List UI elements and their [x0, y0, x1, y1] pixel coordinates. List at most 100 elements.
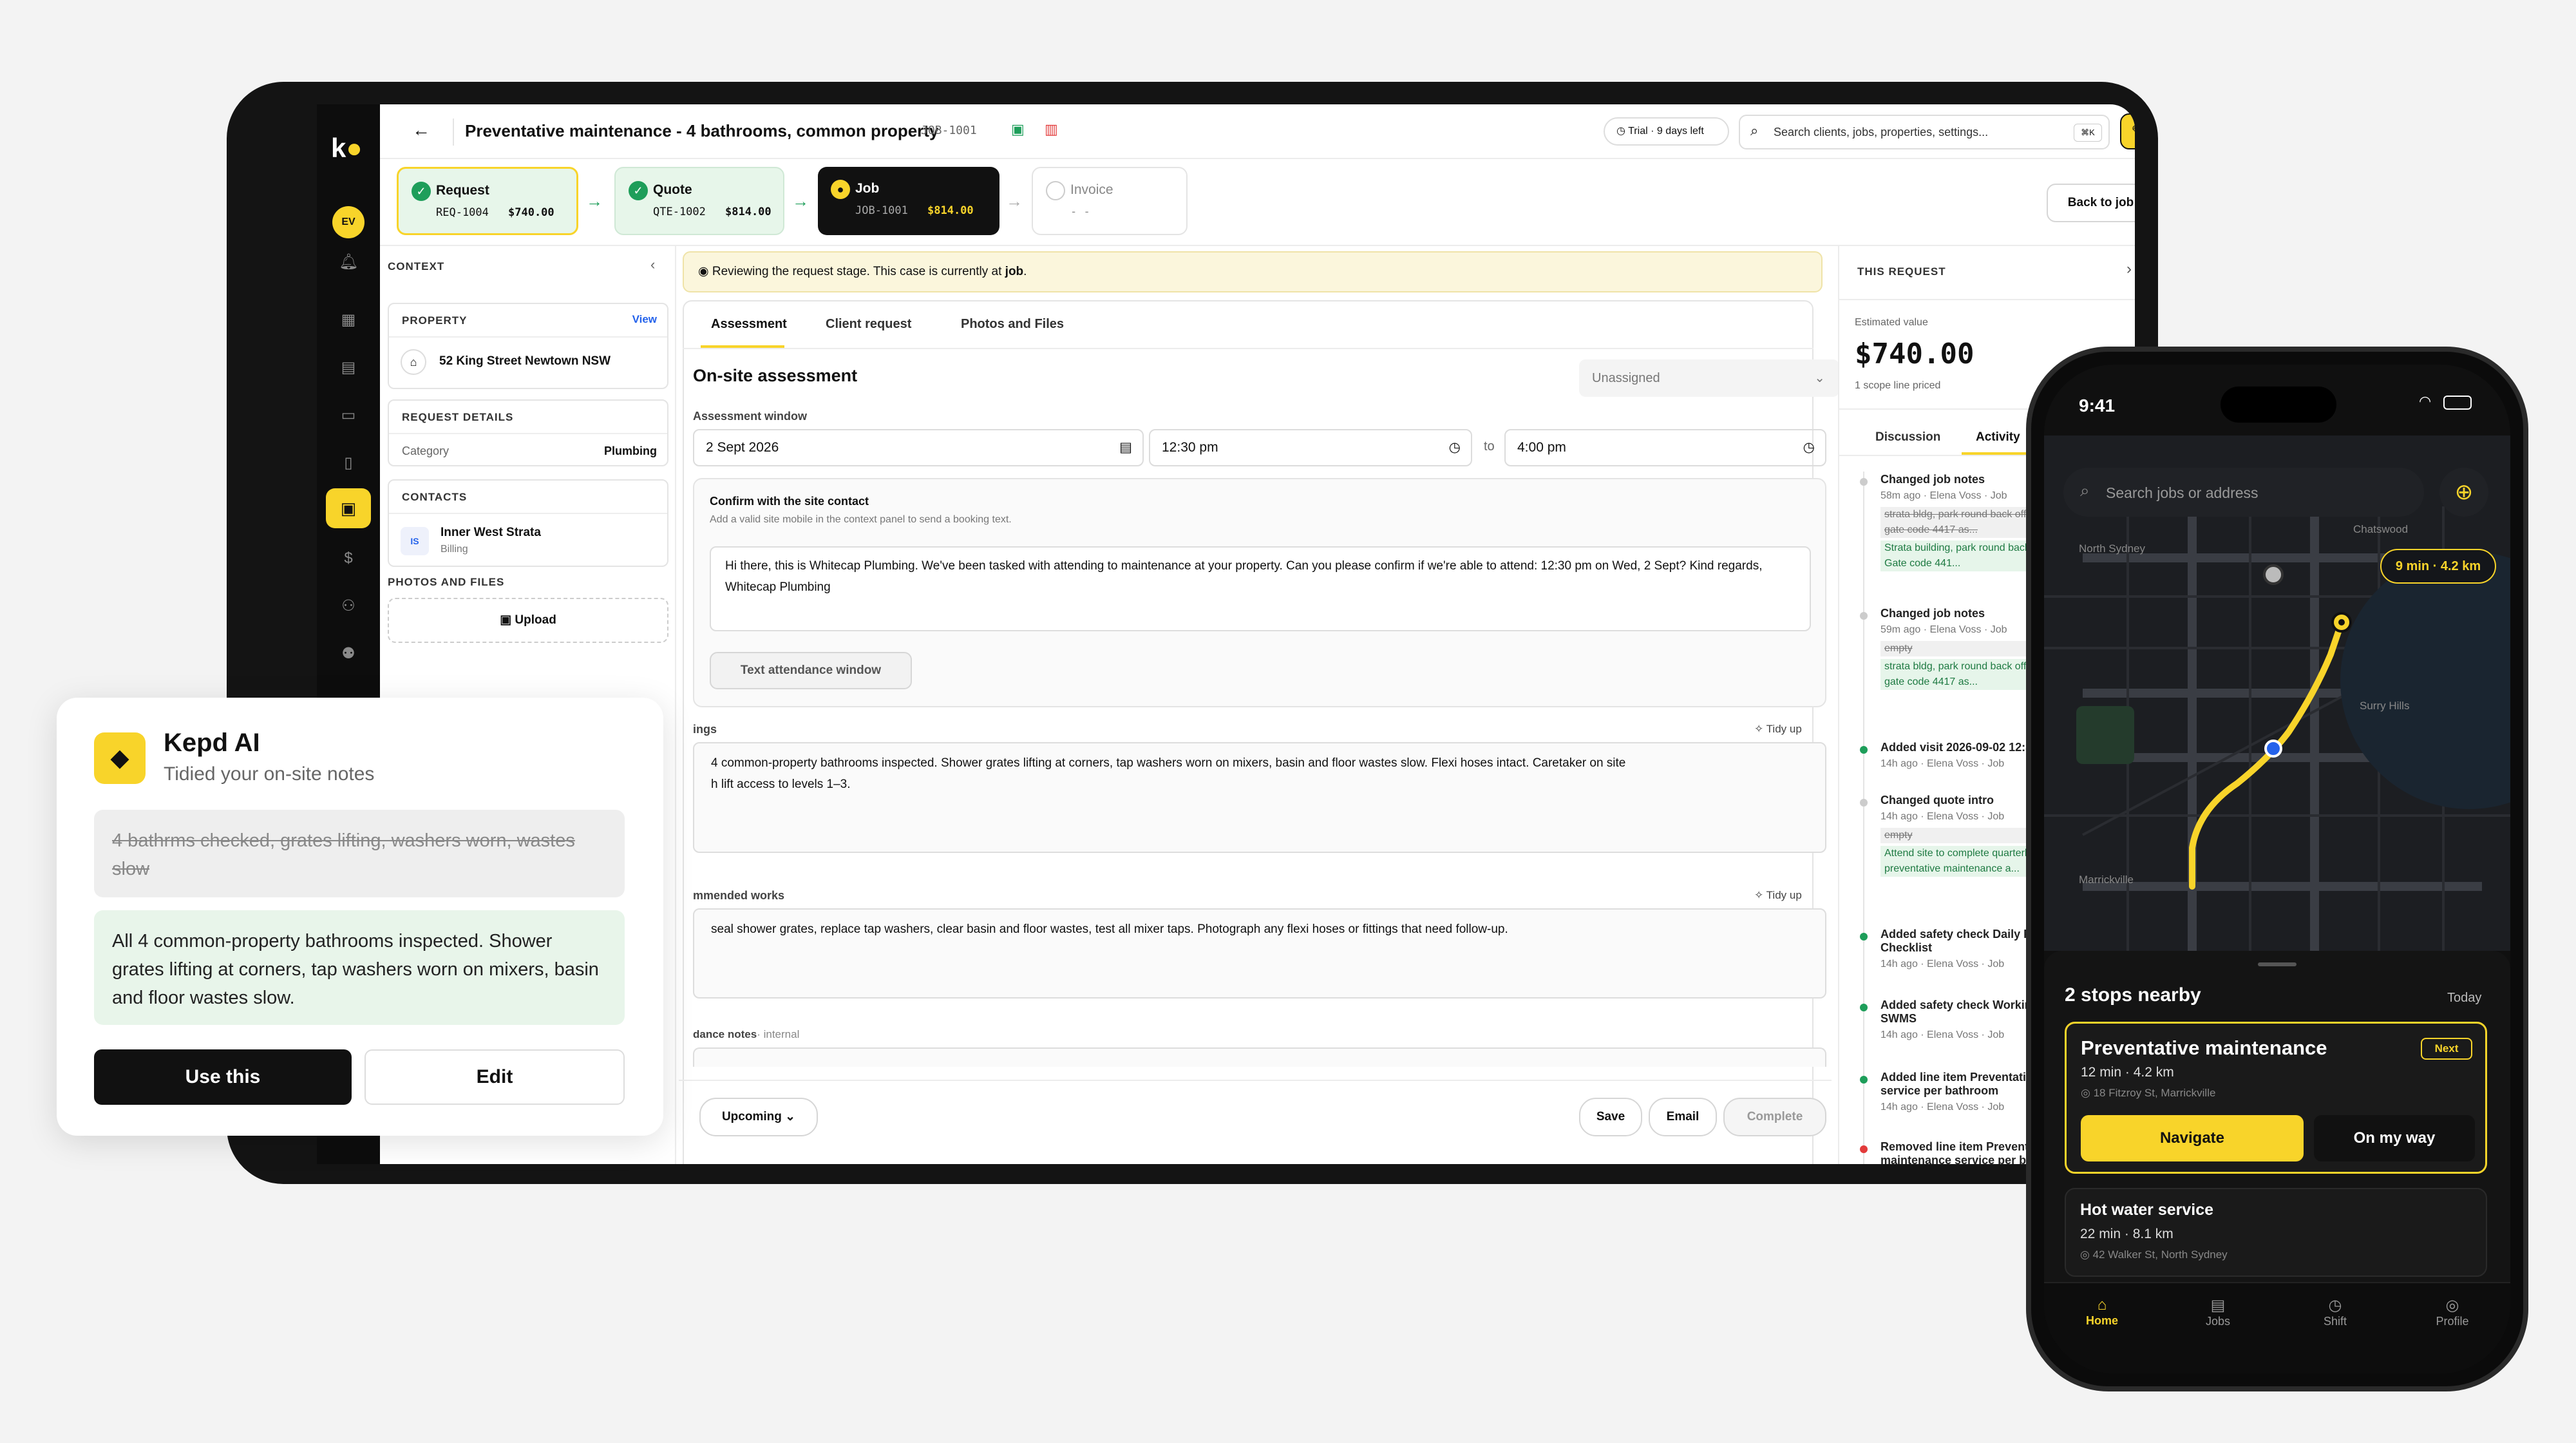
tab-activity[interactable]: Activity: [1976, 430, 2020, 444]
chevron-right-icon[interactable]: ›: [2126, 260, 2132, 278]
tab-assessment[interactable]: Assessment: [711, 317, 787, 332]
document-icon[interactable]: ▯: [339, 454, 358, 473]
tab-profile[interactable]: ◎ Profile: [2420, 1296, 2485, 1328]
contact-role: Billing: [440, 544, 468, 555]
inbox-icon[interactable]: ▭: [339, 406, 358, 425]
app-logo[interactable]: k●: [331, 133, 363, 164]
job-id: JOB-1001: [921, 124, 977, 137]
user-avatar[interactable]: EV: [332, 206, 365, 238]
invoice-icon[interactable]: $: [339, 549, 358, 568]
timeline-dot: [1860, 799, 1868, 807]
arrow-icon: →: [586, 191, 603, 211]
tidy-up-button[interactable]: ✧ Tidy up: [1754, 889, 1802, 902]
stop-meta: 22 min · 8.1 km: [2080, 1227, 2174, 1241]
next-badge: Next: [2421, 1038, 2472, 1060]
search-icon: ⌕: [1750, 122, 1759, 139]
kepd-subtitle: Tidied your on-site notes: [164, 763, 375, 785]
original-notes: 4 bathrms checked, grates lifting, washe…: [94, 810, 625, 897]
back-to-job-button[interactable]: Back to job: [2047, 184, 2135, 222]
save-button[interactable]: Save: [1579, 1098, 1642, 1136]
chevron-down-icon: ⌄: [785, 1110, 796, 1123]
search-input[interactable]: Search clients, jobs, properties, settin…: [1774, 126, 1988, 139]
tidy-up-button[interactable]: ✧ Tidy up: [1754, 723, 1802, 736]
use-this-button[interactable]: Use this: [94, 1049, 352, 1105]
tab-jobs[interactable]: ▤ Jobs: [2186, 1296, 2250, 1328]
contacts-card: CONTACTS IS Inner West Strata Billing: [388, 479, 668, 567]
timeline-dot: [1860, 746, 1868, 754]
step-label: Invoice: [1070, 182, 1113, 197]
tab-client-request[interactable]: Client request: [826, 317, 911, 332]
email-button[interactable]: Email: [1649, 1098, 1717, 1136]
step-request[interactable]: ✓ Request REQ-1004 $740.00: [397, 167, 578, 235]
step-job[interactable]: ● Job JOB-1001 $814.00: [818, 167, 999, 235]
tab-discussion[interactable]: Discussion: [1875, 430, 1940, 444]
home-icon: ⌂: [2097, 1296, 2107, 1314]
step-code: - -: [1070, 205, 1090, 218]
today-label: Today: [2447, 991, 2482, 1005]
date-field[interactable]: 2 Sept 2026 ▤: [693, 429, 1144, 466]
contact-name[interactable]: Inner West Strata: [440, 526, 541, 540]
date-value: 2 Sept 2026: [706, 440, 779, 455]
tab-bar: Assessment Client request Photos and Fil…: [683, 300, 1814, 349]
message-textarea[interactable]: Hi there, this is Whitecap Plumbing. We'…: [710, 546, 1811, 631]
upload-button[interactable]: ▣ Upload: [388, 598, 668, 643]
trial-badge[interactable]: ◷ Trial · 9 days left: [1604, 117, 1729, 146]
text-window-button[interactable]: Text attendance window: [710, 652, 912, 689]
step-value: $740.00: [508, 206, 554, 219]
tab-home[interactable]: ⌂ Home: [2070, 1296, 2134, 1328]
recommended-textarea[interactable]: seal shower grates, replace tap washers,…: [693, 908, 1826, 999]
phone-device: 9:41 ◠ North Sydney Chatswood Surry Hill…: [2026, 347, 2528, 1391]
collapse-icon[interactable]: ‹: [650, 256, 655, 273]
search-icon: ⌕: [2080, 481, 2090, 500]
bell-icon[interactable]: 🔔︎: [339, 253, 358, 272]
window-label: Assessment window: [693, 410, 808, 423]
search-box[interactable]: ⌕ Search clients, jobs, properties, sett…: [1739, 115, 2110, 149]
navigate-button[interactable]: Navigate: [2081, 1115, 2304, 1161]
step-code: REQ-1004: [436, 206, 489, 219]
dashboard-icon[interactable]: ▦: [339, 311, 358, 330]
sheet-handle[interactable]: [2258, 962, 2297, 966]
arrow-icon: →: [1006, 191, 1023, 211]
trash-icon[interactable]: ▥: [1045, 121, 1058, 138]
request-details-label: REQUEST DETAILS: [402, 411, 514, 423]
edit-button[interactable]: Edit: [365, 1049, 625, 1105]
step-invoice[interactable]: Invoice - -: [1032, 167, 1188, 235]
jobs-icon[interactable]: ▣: [326, 488, 371, 528]
stop-card[interactable]: Hot water service 22 min · 8.1 km ◎ 42 W…: [2065, 1188, 2487, 1277]
timeline-dot: [1860, 612, 1868, 620]
start-time-field[interactable]: 12:30 pm ◷: [1149, 429, 1472, 466]
end-time-field[interactable]: 4:00 pm ◷: [1504, 429, 1826, 466]
step-code: JOB-1001: [855, 204, 908, 217]
phone-search[interactable]: ⌕ Search jobs or address: [2063, 468, 2424, 517]
findings-textarea[interactable]: 4 common-property bathrooms inspected. S…: [693, 742, 1826, 853]
divider: [679, 1080, 1832, 1081]
jobs-icon: ▤: [2210, 1297, 2226, 1314]
stop-card-next[interactable]: Preventative maintenance Next 12 min · 4…: [2065, 1022, 2487, 1174]
phone-search-input[interactable]: Search jobs or address: [2106, 484, 2259, 502]
top-bar: ← Preventative maintenance - 4 bathrooms…: [380, 104, 2135, 159]
calendar-icon[interactable]: ▤: [339, 358, 358, 377]
eta-badge: 9 min · 4.2 km: [2380, 549, 2496, 584]
clients-icon[interactable]: ⚇: [339, 597, 358, 616]
complete-button[interactable]: Complete: [1723, 1098, 1826, 1136]
divider: [389, 336, 667, 338]
step-quote[interactable]: ✓ Quote QTE-1002 $814.00: [614, 167, 784, 235]
team-icon[interactable]: ⚉: [339, 644, 358, 664]
tab-shift[interactable]: ◷ Shift: [2303, 1296, 2367, 1328]
assignee-select[interactable]: Unassigned ⌄: [1579, 359, 1839, 397]
compose-icon[interactable]: ✎: [2120, 113, 2135, 149]
stop-meta: 12 min · 4.2 km: [2081, 1065, 2174, 1080]
assignee-value: Unassigned: [1592, 371, 1660, 385]
attendance-textarea[interactable]: [693, 1047, 1826, 1067]
upcoming-dropdown[interactable]: Upcoming ⌄: [699, 1098, 818, 1136]
back-arrow-icon[interactable]: ←: [412, 120, 430, 140]
map-label: Marrickville: [2079, 874, 2134, 886]
locate-icon[interactable]: ⊕: [2439, 468, 2488, 517]
on-my-way-button[interactable]: On my way: [2314, 1115, 2475, 1161]
battery-icon: [2443, 396, 2472, 410]
tab-photos-files[interactable]: Photos and Files: [961, 317, 1064, 332]
save-icon[interactable]: ▣: [1011, 121, 1025, 138]
profile-icon: ◎: [2445, 1297, 2459, 1314]
property-view-link[interactable]: View: [632, 313, 657, 326]
upcoming-label: Upcoming: [721, 1110, 782, 1123]
